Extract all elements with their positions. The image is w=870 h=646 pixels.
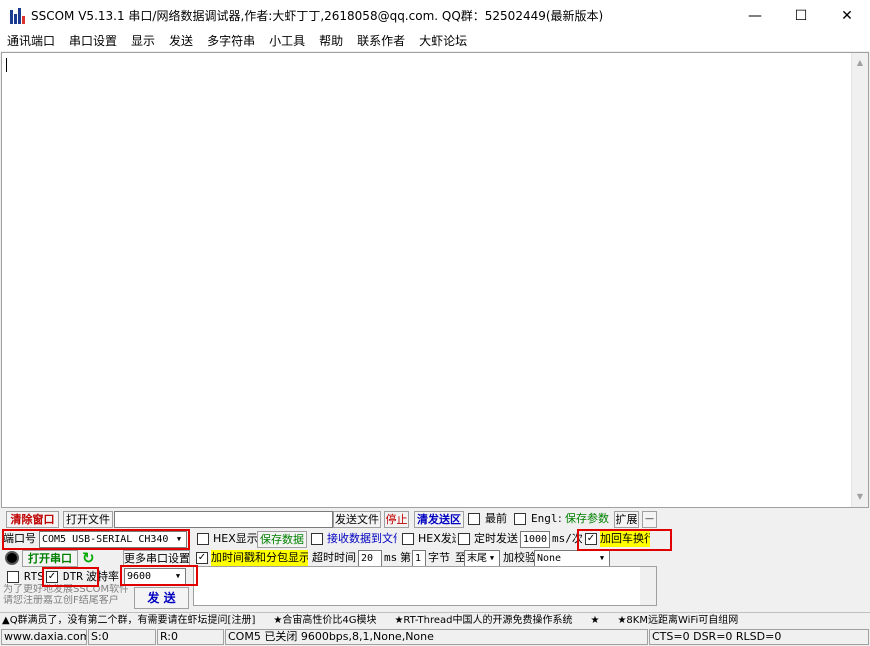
title-bar: SSCOM V5.13.1 串口/网络数据调试器,作者:大虾丁丁,2618058… — [0, 0, 870, 31]
highlight-port-box — [2, 529, 190, 550]
menu-display[interactable]: 显示 — [124, 31, 162, 51]
status-bar: www.daxia.com S:0 R:0 COM5 已关闭 9600bps,8… — [0, 628, 870, 646]
app-logo-icon — [9, 7, 25, 24]
port-status-indicator-icon — [5, 551, 19, 565]
window-title: SSCOM V5.13.1 串口/网络数据调试器,作者:大虾丁丁,2618058… — [31, 9, 604, 23]
refresh-icon[interactable]: ↻ — [82, 550, 98, 566]
receive-scrollbar[interactable]: ▲ ▼ — [851, 53, 868, 507]
status-modem-lines: CTS=0 DSR=0 RLSD=0 — [649, 629, 869, 645]
minimize-button[interactable]: — — [732, 0, 778, 31]
menu-serial-settings[interactable]: 串口设置 — [62, 31, 124, 51]
timeout-unit: ms — [384, 551, 398, 564]
always-on-top-label: 最前 — [485, 512, 507, 525]
end-select[interactable]: 末尾 ▼ — [464, 550, 500, 567]
save-params-label[interactable]: 保存参数 — [565, 511, 609, 527]
close-button[interactable]: ✕ — [824, 0, 870, 31]
highlight-baud-box — [120, 565, 198, 586]
menu-comm-port[interactable]: 通讯端口 — [0, 31, 62, 51]
chevron-down-icon: ▼ — [599, 554, 605, 562]
menu-multi-string[interactable]: 多字符串 — [200, 31, 262, 51]
save-data-button[interactable]: 保存数据 — [257, 531, 307, 548]
hex-send-checkbox[interactable] — [402, 533, 414, 545]
ad-qq-group[interactable]: ▲Q群满员了，没有第二个群，有需要请在虾坛提问[注册] — [0, 613, 273, 628]
rts-label: RTS — [24, 570, 44, 583]
clear-window-button[interactable]: 清除窗口 — [6, 511, 59, 528]
end-select-value: 末尾 — [467, 553, 487, 564]
send-text-area[interactable] — [193, 566, 657, 606]
clear-send-area-button[interactable]: 清发送区 — [414, 511, 464, 528]
timed-send-checkbox[interactable] — [458, 533, 470, 545]
ad-4g-module[interactable]: ★合宙高性价比4G模块 — [273, 613, 394, 628]
send-button[interactable]: 发 送 — [134, 587, 189, 609]
chevron-down-icon: ▼ — [489, 554, 495, 562]
menu-contact-author[interactable]: 联系作者 — [350, 31, 412, 51]
interval-input[interactable]: 1000 — [520, 531, 550, 548]
timed-send-label: 定时发送 — [474, 532, 518, 545]
ad-wifi[interactable]: ★8KM远距离WiFi可自组网 — [617, 613, 756, 628]
always-on-top-checkbox[interactable] — [468, 513, 480, 525]
timeout-label: 超时时间 — [312, 551, 356, 564]
scroll-down-icon[interactable]: ▼ — [852, 489, 868, 505]
status-port-state: COM5 已关闭 9600bps,8,1,None,None — [225, 629, 648, 645]
text-caret — [6, 58, 7, 72]
hex-display-checkbox[interactable] — [197, 533, 209, 545]
checksum-label: 加校验 — [503, 551, 536, 564]
hex-display-label: HEX显示 — [213, 532, 258, 545]
collapse-button[interactable]: — — [642, 511, 657, 528]
control-panel: 清除窗口 打开文件 发送文件 停止 清发送区 最前 Engl : 保存参数 扩展… — [0, 509, 870, 612]
status-sent-count: S:0 — [88, 629, 156, 645]
timestamp-checkbox[interactable]: ✓ — [196, 552, 208, 564]
timeout-input[interactable]: 20 — [358, 550, 382, 567]
checksum-select-value: None — [537, 553, 562, 564]
byte-index-input[interactable]: 1 — [412, 550, 426, 567]
receive-text-area[interactable]: ▲ ▼ — [1, 52, 869, 508]
hex-send-label: HEX发送 — [418, 532, 456, 545]
english-label: Engl — [531, 512, 558, 525]
menu-forum[interactable]: 大虾论坛 — [412, 31, 474, 51]
timestamp-label: 加时间戳和分包显示 — [211, 550, 308, 566]
open-file-button[interactable]: 打开文件 — [63, 511, 113, 528]
maximize-button[interactable]: ☐ — [778, 0, 824, 31]
highlight-dtr-box — [42, 567, 99, 587]
ad-star[interactable]: ★ — [591, 613, 618, 628]
checksum-select[interactable]: None ▼ — [534, 550, 610, 567]
english-checkbox[interactable] — [514, 513, 526, 525]
menu-send[interactable]: 发送 — [162, 31, 200, 51]
file-path-input[interactable] — [114, 511, 333, 528]
ad-bar: ▲Q群满员了，没有第二个群，有需要请在虾坛提问[注册] ★合宙高性价比4G模块 … — [0, 612, 870, 627]
status-received-count: R:0 — [157, 629, 224, 645]
rts-checkbox[interactable] — [7, 571, 19, 583]
ad-rtthread[interactable]: ★RT-Thread中国人的开源免费操作系统 — [394, 613, 590, 628]
send-scrollbar[interactable] — [640, 567, 656, 605]
status-website[interactable]: www.daxia.com — [1, 629, 87, 645]
expand-button[interactable]: 扩展 — [614, 511, 639, 528]
promo-line-2: 请您注册嘉立创F结尾客户 — [3, 595, 119, 606]
menu-bar: 通讯端口 串口设置 显示 发送 多字符串 小工具 帮助 联系作者 大虾论坛 — [0, 31, 870, 51]
byte-label: 字节 — [428, 551, 450, 564]
recv-to-file-checkbox[interactable] — [311, 533, 323, 545]
open-port-button[interactable]: 打开串口 — [22, 550, 78, 567]
highlight-newline-box — [577, 529, 672, 551]
menu-tools[interactable]: 小工具 — [262, 31, 312, 51]
recv-to-file-label: 接收数据到文件 — [327, 532, 397, 545]
stop-button[interactable]: 停止 — [384, 511, 409, 528]
scroll-up-icon[interactable]: ▲ — [852, 55, 868, 71]
menu-help[interactable]: 帮助 — [312, 31, 350, 51]
nth-label: 第 — [400, 551, 411, 564]
send-file-button[interactable]: 发送文件 — [333, 511, 381, 528]
